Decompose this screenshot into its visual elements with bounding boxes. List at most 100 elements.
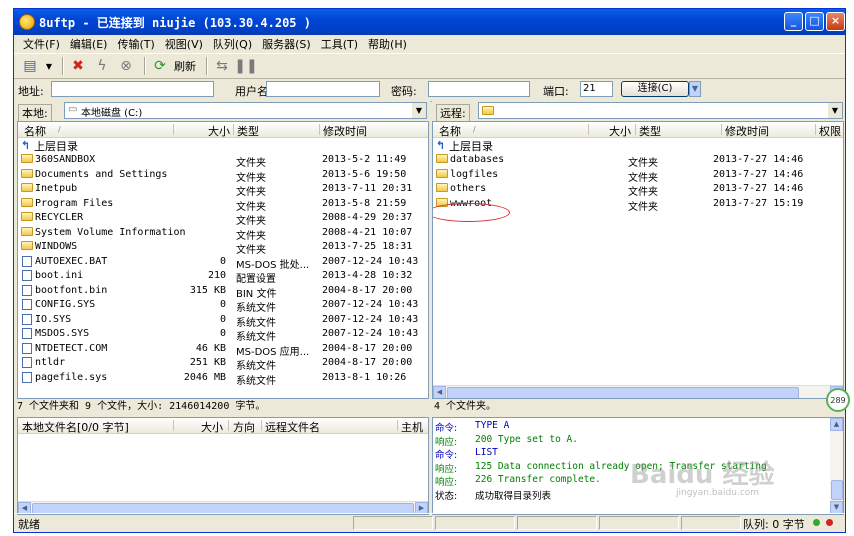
refresh-label[interactable]: 刷新 [174, 58, 196, 74]
cell-modified: 2007-12-24 10:43 [322, 299, 419, 310]
local-file-row[interactable]: pagefile.sys 2046 MB 系统文件 2013-8-1 10:26 [18, 371, 428, 387]
local-path-dropdown-icon[interactable]: ▼ [412, 103, 426, 118]
local-file-row[interactable]: WINDOWS 文件夹 2013-7-25 18:31 [18, 240, 428, 256]
local-file-row[interactable]: AUTOEXEC.BAT 0 MS-DOS 批处... 2007-12-24 10:4… [18, 255, 428, 271]
log-key: 命令: [435, 450, 458, 461]
address-input[interactable] [51, 81, 214, 97]
disconnect-icon[interactable]: ✖ [68, 57, 88, 75]
menu-item[interactable]: 文件(F) [18, 36, 65, 52]
local-file-row[interactable]: boot.ini 210 配置设置 2013-4-28 10:32 [18, 269, 428, 285]
connect-dropdown-icon[interactable]: ▼ [689, 81, 701, 97]
app-window: 8uftp - 已连接到 niujie (103.30.4.205 ) _ □ … [13, 8, 846, 533]
local-file-row[interactable]: IO.SYS 0 系统文件 2007-12-24 10:43 [18, 313, 428, 329]
local-file-row[interactable]: ntldr 251 KB 系统文件 2004-8-17 20:00 [18, 356, 428, 372]
remote-up-dir[interactable]: ↰ 上层目录 [433, 138, 843, 153]
local-file-row[interactable]: Documents and Settings 文件夹 2013-5-6 19:50 [18, 168, 428, 184]
queue-col-local[interactable]: 本地文件名[0/0 字节] [22, 419, 129, 435]
remote-col-permissions[interactable]: 权限 [819, 123, 841, 139]
port-input[interactable]: 21 [580, 81, 613, 97]
menu-item[interactable]: 服务器(S) [257, 36, 316, 52]
status-bar: 就绪 队列: 0 字节 [14, 513, 845, 532]
local-col-type[interactable]: 类型 [237, 123, 259, 139]
log-vscroll-thumb[interactable] [831, 480, 843, 500]
local-label: 本地: [18, 104, 52, 122]
local-file-row[interactable]: Program Files 文件夹 2013-5-8 21:59 [18, 197, 428, 213]
refresh-icon[interactable]: ⟳ [150, 57, 170, 75]
local-file-row[interactable]: RECYCLER 文件夹 2008-4-29 20:37 [18, 211, 428, 227]
baidu-watermark-url: jingyan.baidu.com [676, 488, 760, 498]
cell-name: System Volume Information [35, 226, 186, 238]
remote-col-modified[interactable]: 修改时间 [725, 123, 769, 139]
maximize-button[interactable]: □ [805, 12, 824, 31]
local-file-row[interactable]: CONFIG.SYS 0 系统文件 2007-12-24 10:43 [18, 298, 428, 314]
remote-file-row[interactable]: databases 文件夹 2013-7-27 14:46 [433, 153, 843, 169]
remote-hscroll-thumb[interactable] [447, 387, 799, 398]
transfer-icon[interactable]: ⇆ [212, 57, 232, 75]
port-label: 端口: [543, 85, 569, 98]
scroll-left-icon[interactable]: ◀ [433, 386, 446, 398]
local-col-name[interactable]: 名称 [24, 123, 46, 139]
cell-size: 0 [219, 299, 226, 310]
remote-path-combo[interactable]: ▼ [478, 102, 843, 119]
log-panel[interactable]: 命令: TYPE A 响应: 200 Type set to A. 命令: LIST 响应:… [432, 417, 844, 515]
sort-indicator-icon: / [58, 125, 61, 134]
remote-col-size[interactable]: 大小 [609, 123, 631, 139]
quick-connect-icon[interactable]: ϟ [92, 57, 112, 75]
local-file-row[interactable]: NTDETECT.COM 46 KB MS-DOS 应用... 2004-8-17 2… [18, 342, 428, 358]
log-line: 状态: 成功取得目录列表 [435, 488, 551, 502]
remote-col-type[interactable]: 类型 [639, 123, 661, 139]
close-button[interactable]: × [826, 12, 845, 31]
menu-item[interactable]: 队列(Q) [208, 36, 257, 52]
menu-item[interactable]: 工具(T) [316, 36, 363, 52]
menu-item[interactable]: 帮助(H) [363, 36, 412, 52]
folder-icon [21, 168, 33, 178]
menu-bar: 文件(F) 编辑(E) 传输(T) 视图(V) 队列(Q) 服务器(S) 工具(T) 帮助(H… [14, 35, 845, 53]
queue-col-direction[interactable]: 方向 [233, 419, 255, 435]
remote-hscrollbar[interactable]: ◀ ▶ [433, 385, 843, 398]
folder-icon [436, 168, 448, 178]
cell-modified: 2013-7-27 14:46 [713, 183, 804, 194]
local-col-size[interactable]: 大小 [208, 123, 230, 139]
local-file-row[interactable]: MSDOS.SYS 0 系统文件 2007-12-24 10:43 [18, 327, 428, 343]
queue-size-text: 队列: 0 字节 [743, 518, 805, 531]
local-file-row[interactable]: Inetpub 文件夹 2013-7-11 20:31 [18, 182, 428, 198]
log-value: 成功取得目录列表 [475, 490, 552, 502]
transfer-queue[interactable]: 本地文件名[0/0 字节] 大小 方向 远程文件名 主机 ◀ ▶ [17, 417, 429, 515]
remote-status: 4 个文件夹。 [434, 401, 497, 412]
pause-icon[interactable]: ❚❚ [234, 57, 257, 75]
stop-icon[interactable]: ⊗ [116, 57, 136, 75]
username-input[interactable] [266, 81, 380, 97]
local-up-dir[interactable]: ↰ 上层目录 [18, 138, 428, 153]
local-col-modified[interactable]: 修改时间 [323, 123, 367, 139]
menu-item[interactable]: 编辑(E) [65, 36, 113, 52]
local-file-list[interactable]: 名称 / 大小 类型 修改时间 ↰ 上层目录 360SANDBOX 文件夹 2013… [17, 121, 429, 399]
folder-icon [21, 197, 33, 207]
local-file-row[interactable]: 360SANDBOX 文件夹 2013-5-2 11:49 [18, 153, 428, 169]
local-file-row[interactable]: bootfont.bin 315 KB BIN 文件 2004-8-17 20:00 [18, 284, 428, 300]
status-ready: 就绪 [18, 518, 40, 531]
folder-icon [21, 226, 33, 236]
site-manager-icon[interactable]: ▤ [20, 57, 40, 75]
remote-file-list[interactable]: 名称 / 大小 类型 修改时间 权限 ↰ 上层目录 databases 文件夹 20… [432, 121, 844, 399]
local-file-row[interactable]: System Volume Information 文件夹 2008-4-21 10… [18, 226, 428, 242]
file-icon [22, 255, 32, 267]
dropdown-icon[interactable]: ▼ [44, 57, 54, 75]
connect-button[interactable]: 连接(C) [621, 81, 689, 97]
cell-modified: 2013-5-6 19:50 [322, 168, 407, 180]
menu-item[interactable]: 传输(T) [112, 36, 159, 52]
menu-item[interactable]: 视图(V) [160, 36, 208, 52]
queue-col-host[interactable]: 主机 [401, 419, 423, 435]
title-bar[interactable]: 8uftp - 已连接到 niujie (103.30.4.205 ) _ □ … [14, 9, 845, 35]
cell-name: NTDETECT.COM [35, 342, 108, 354]
log-vscrollbar[interactable]: ▲ ▼ [830, 418, 843, 514]
queue-col-remote[interactable]: 远程文件名 [265, 419, 320, 435]
remote-file-row[interactable]: others 文件夹 2013-7-27 14:46 [433, 182, 843, 198]
password-input[interactable] [428, 81, 530, 97]
remote-file-row[interactable]: logfiles 文件夹 2013-7-27 14:46 [433, 168, 843, 184]
scroll-up-icon[interactable]: ▲ [830, 418, 843, 431]
minimize-button[interactable]: _ [784, 12, 803, 31]
queue-col-size[interactable]: 大小 [201, 419, 223, 435]
local-path-combo[interactable]: ▭ 本地磁盘 (C:) ▼ [64, 102, 427, 119]
remote-path-dropdown-icon[interactable]: ▼ [828, 103, 842, 118]
remote-col-name[interactable]: 名称 [439, 123, 461, 139]
